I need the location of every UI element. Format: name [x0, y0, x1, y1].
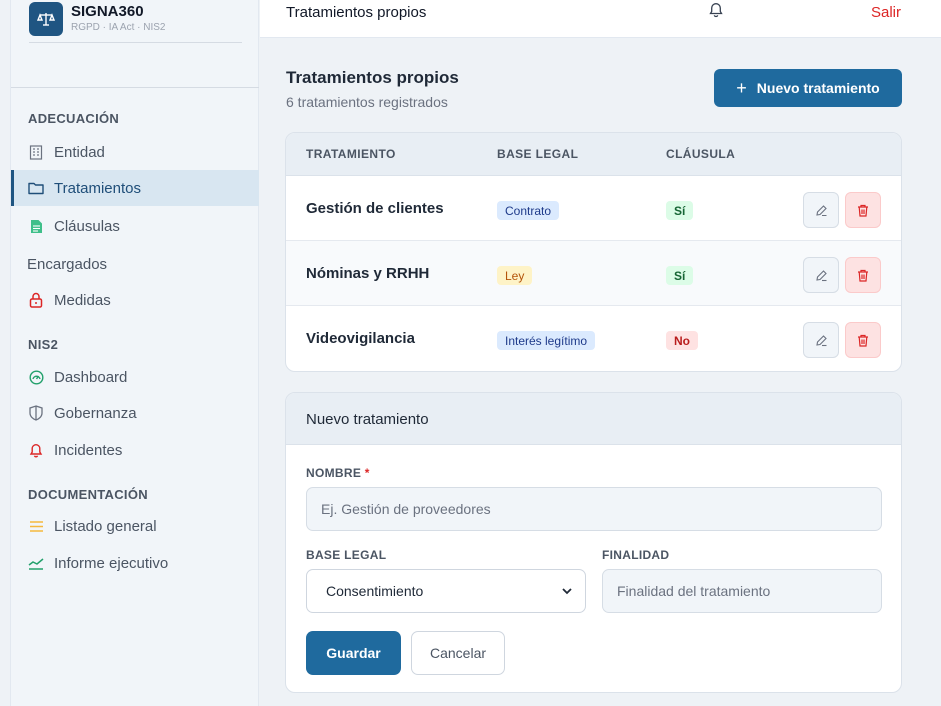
- form-title: Nuevo tratamiento: [306, 411, 429, 428]
- base-legal-select[interactable]: Consentimiento: [306, 569, 586, 613]
- base-legal-badge: Contrato: [497, 201, 560, 220]
- section-title-adecuacion: ADECUACIÓN: [28, 111, 120, 126]
- chart-line-icon: [28, 555, 44, 571]
- edit-button[interactable]: [803, 192, 839, 228]
- new-treatment-button-label: Nuevo tratamiento: [756, 80, 880, 96]
- finalidad-input[interactable]: Finalidad del tratamiento: [602, 569, 882, 613]
- sidebar-item-medidas[interactable]: Medidas: [11, 282, 259, 318]
- clausula-badge: Sí: [666, 266, 694, 285]
- sidebar-item-incidentes[interactable]: Incidentes: [11, 432, 259, 468]
- edit-icon: [815, 269, 827, 281]
- table-row: Gestión de clientes Contrato Sí: [286, 176, 901, 241]
- treatment-name: Gestión de clientes: [306, 200, 444, 217]
- shield-icon: [28, 405, 44, 421]
- building-icon: [28, 144, 44, 160]
- sidebar-item-tratamientos[interactable]: Tratamientos: [11, 170, 259, 206]
- sidebar-item-label: Listado general: [54, 517, 157, 535]
- treatments-table: TRATAMIENTO BASE LEGAL CLÁUSULA Gestión …: [285, 132, 902, 372]
- sidebar-item-encargados[interactable]: Encargados: [11, 246, 259, 282]
- finalidad-label: FINALIDAD: [602, 548, 670, 562]
- sidebar-item-clausulas[interactable]: Cláusulas: [11, 208, 259, 244]
- cancel-button[interactable]: Cancelar: [411, 631, 505, 675]
- base-legal-label: BASE LEGAL: [306, 548, 387, 562]
- sidebar-item-informe-ejecutivo[interactable]: Informe ejecutivo: [11, 545, 259, 581]
- clausula-badge: No: [666, 331, 698, 350]
- notifications-bell-icon[interactable]: [708, 1, 724, 18]
- new-treatment-button[interactable]: + Nuevo tratamiento: [714, 69, 902, 107]
- column-header-clausula: CLÁUSULA: [666, 147, 736, 161]
- trash-icon: [858, 204, 868, 217]
- save-button[interactable]: Guardar: [306, 631, 401, 675]
- sidebar-divider: [11, 87, 259, 88]
- gauge-icon: [28, 369, 44, 385]
- column-header-base-legal: BASE LEGAL: [497, 147, 579, 161]
- sidebar-item-label: Encargados: [27, 255, 108, 273]
- trash-icon: [858, 334, 868, 347]
- folder-icon: [28, 180, 44, 196]
- sidebar-item-label: Dashboard: [54, 368, 128, 386]
- sidebar-item-label: Cláusulas: [54, 217, 120, 235]
- base-legal-selected-value: Consentimiento: [326, 583, 424, 599]
- plus-icon: +: [736, 77, 747, 98]
- treatment-name: Videovigilancia: [306, 330, 415, 347]
- chevron-down-icon: [562, 588, 572, 595]
- base-legal-badge: Ley: [497, 266, 533, 285]
- brand-divider: [29, 42, 242, 43]
- page-subtitle: 6 tratamientos registrados: [286, 94, 448, 110]
- sidebar-item-label: Tratamientos: [54, 179, 141, 197]
- table-row: Nóminas y RRHH Ley Sí: [286, 241, 901, 306]
- sidebar-item-label: Medidas: [54, 291, 111, 309]
- delete-button[interactable]: [845, 257, 881, 293]
- edit-button[interactable]: [803, 322, 839, 358]
- sidebar: SIGNA360 RGPD · IA Act · NIS2 ADECUACIÓN…: [10, 0, 259, 706]
- section-title-documentacion: DOCUMENTACIÓN: [28, 487, 148, 502]
- table-header: TRATAMIENTO BASE LEGAL CLÁUSULA: [286, 133, 901, 176]
- brand-subtitle: RGPD · IA Act · NIS2: [71, 22, 166, 33]
- base-legal-badge: Interés legítimo: [497, 331, 596, 350]
- nombre-label: NOMBRE *: [306, 466, 370, 480]
- edit-button[interactable]: [803, 257, 839, 293]
- sidebar-item-label: Informe ejecutivo: [54, 554, 169, 572]
- sidebar-item-entidad[interactable]: Entidad: [11, 134, 259, 170]
- brand-name: SIGNA360: [71, 3, 144, 20]
- sidebar-item-listado-general[interactable]: Listado general: [11, 508, 259, 544]
- lock-icon: [28, 292, 44, 308]
- sidebar-item-gobernanza[interactable]: Gobernanza: [11, 395, 259, 431]
- bell-icon: [28, 442, 44, 458]
- table-row: Videovigilancia Interés legítimo No: [286, 306, 901, 371]
- topbar: Tratamientos propios Salir: [260, 0, 941, 38]
- new-treatment-form: Nuevo tratamiento NOMBRE * Ej. Gestión d…: [285, 392, 902, 693]
- delete-button[interactable]: [845, 192, 881, 228]
- required-mark: *: [364, 466, 370, 480]
- topbar-title: Tratamientos propios: [286, 4, 427, 21]
- scales-icon: [29, 2, 63, 36]
- sidebar-item-label: Entidad: [54, 143, 105, 161]
- edit-icon: [815, 334, 827, 346]
- brand[interactable]: SIGNA360 RGPD · IA Act · NIS2: [29, 2, 165, 36]
- list-icon: [28, 518, 44, 534]
- treatment-name: Nóminas y RRHH: [306, 265, 430, 282]
- section-title-nis2: NIS2: [28, 337, 59, 352]
- nombre-input[interactable]: Ej. Gestión de proveedores: [306, 487, 882, 531]
- sidebar-item-label: Incidentes: [54, 441, 123, 459]
- page-title: Tratamientos propios: [286, 68, 459, 87]
- trash-icon: [858, 269, 868, 282]
- delete-button[interactable]: [845, 322, 881, 358]
- column-header-tratamiento: TRATAMIENTO: [306, 147, 396, 161]
- nombre-label-text: NOMBRE: [306, 466, 362, 480]
- clausula-badge: Sí: [666, 201, 694, 220]
- edit-icon: [815, 204, 827, 216]
- document-icon: [28, 218, 44, 234]
- sidebar-item-dashboard[interactable]: Dashboard: [11, 359, 259, 395]
- form-header: Nuevo tratamiento: [286, 393, 901, 445]
- sidebar-item-label: Gobernanza: [54, 404, 137, 422]
- logout-link[interactable]: Salir: [871, 4, 901, 21]
